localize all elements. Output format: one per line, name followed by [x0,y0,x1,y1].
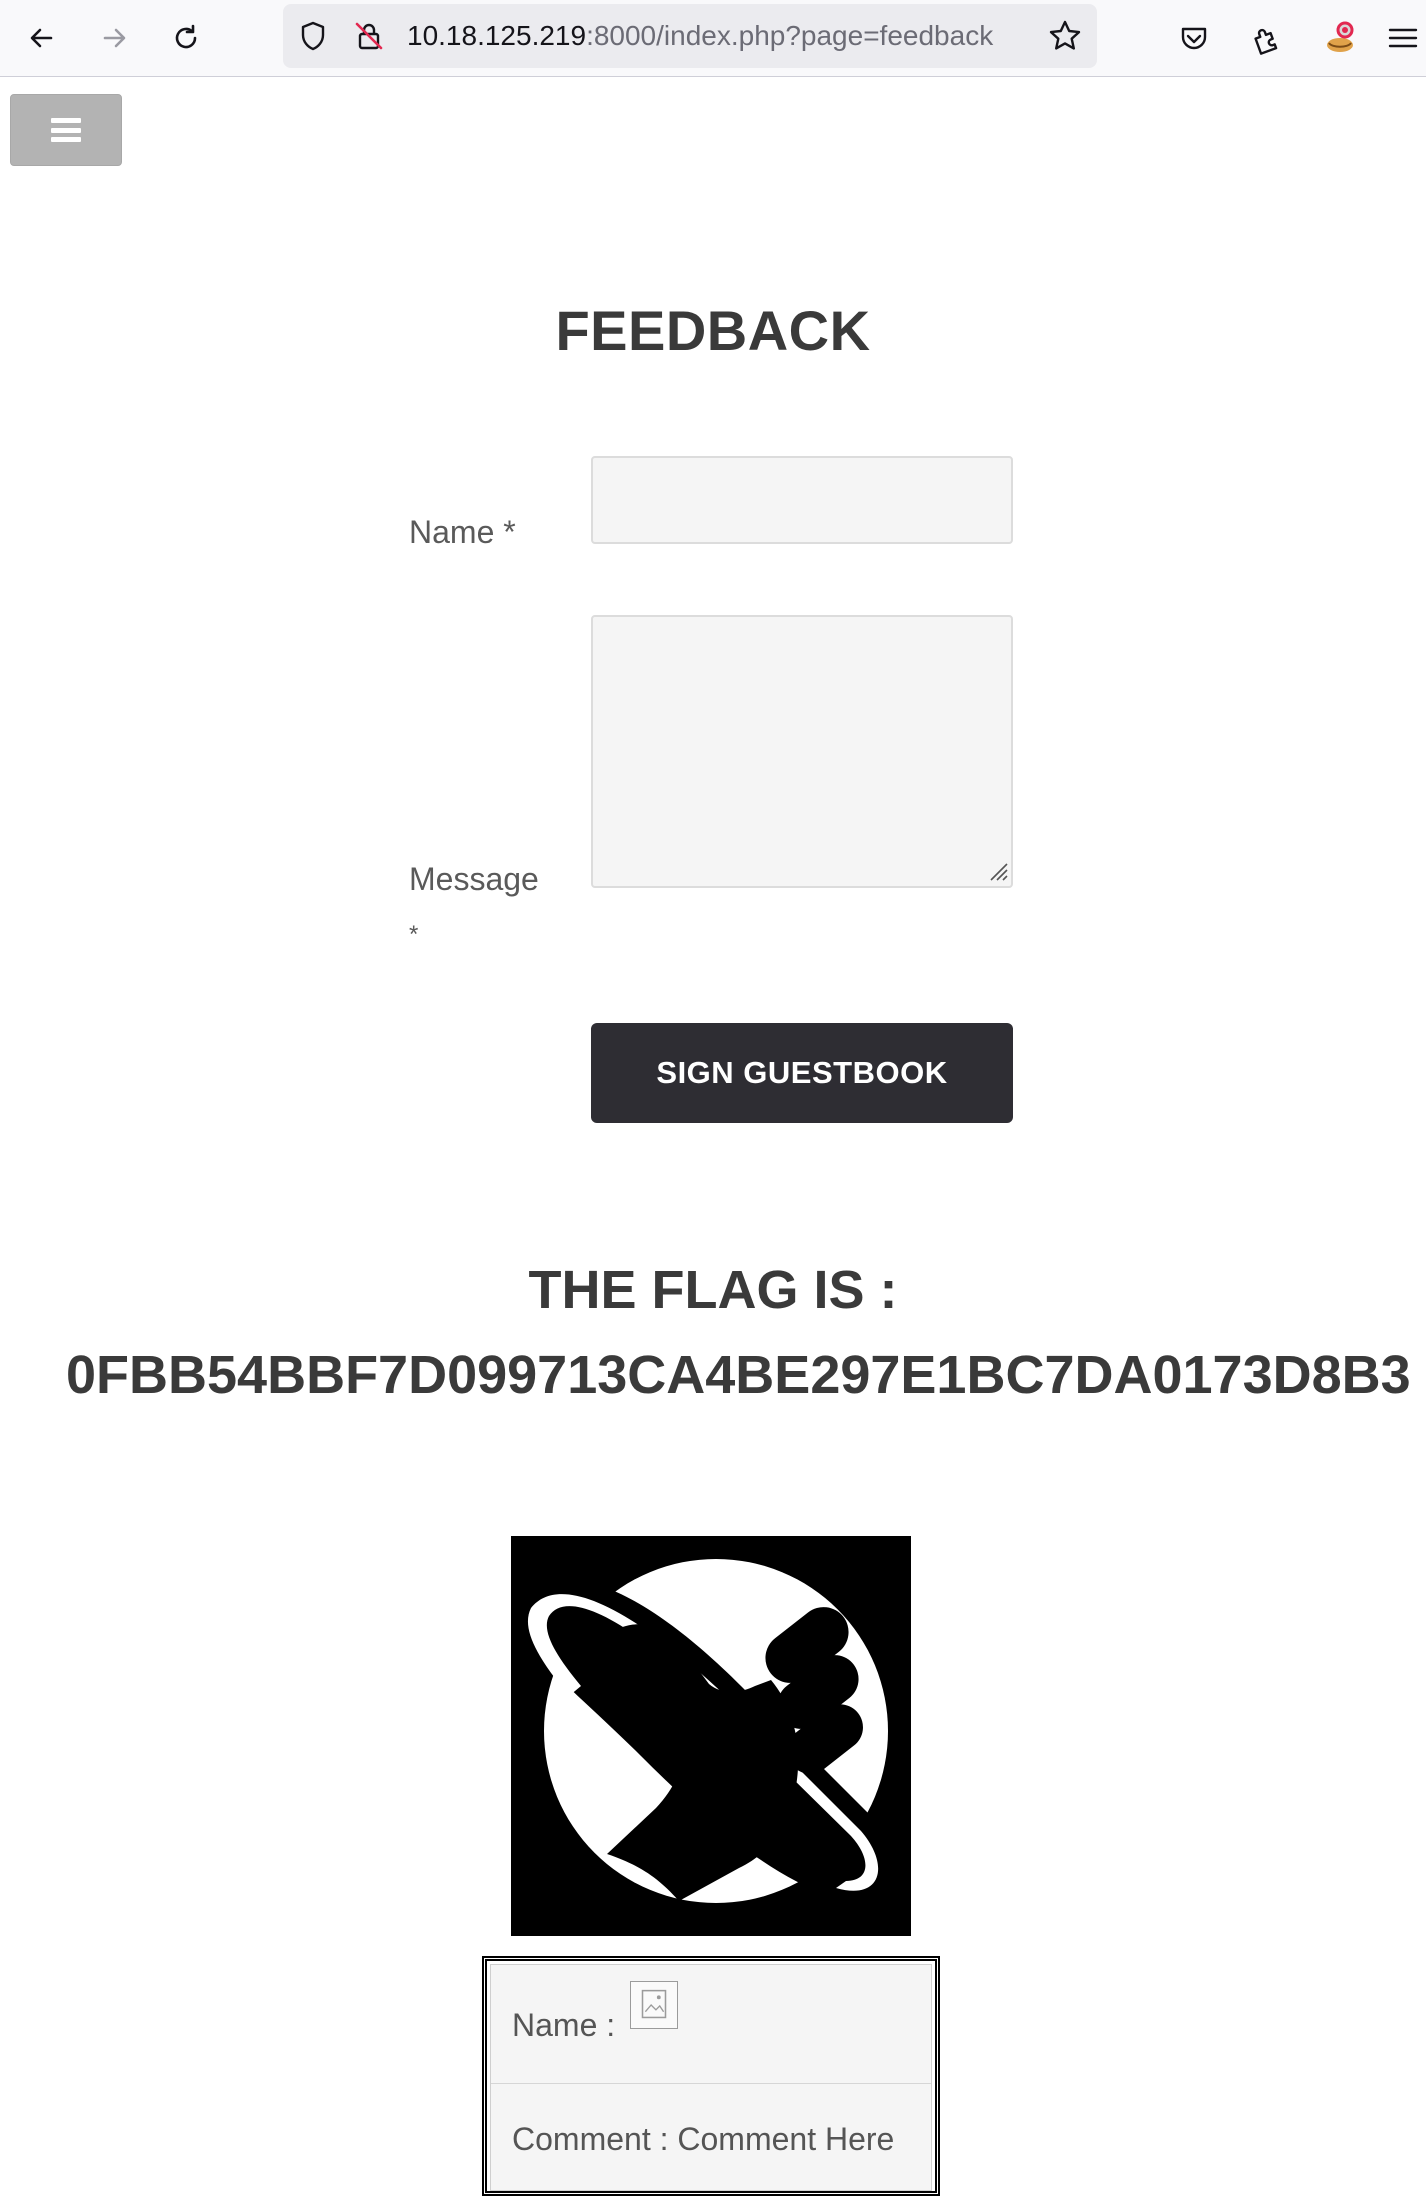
flag-value: 0FBB54BBF7D099713CA4BE297E1BC7DA0173D8B3 [66,1345,1411,1405]
hamburger-menu-icon[interactable] [1384,10,1426,66]
guestbook-entry-panel: Name : Comment : Comment Here [490,1964,932,2191]
broken-image-icon [630,1981,679,2029]
sign-guestbook-button[interactable]: SIGN GUESTBOOK [591,1023,1013,1123]
name-input[interactable] [591,456,1013,544]
hamburger-icon [51,118,81,142]
entry-name-label: Name : [512,2007,616,2043]
entry-name-row: Name : [491,1981,931,2055]
message-textarea[interactable] [591,615,1013,888]
thumbs-up-planet-logo [511,1536,911,1936]
shield-icon[interactable] [297,20,329,52]
menu-toggle-button[interactable] [10,94,122,166]
flag-heading: THE FLAG IS : [528,1260,898,1320]
extensions-icon[interactable] [1238,10,1294,66]
profile-icon[interactable] [1312,10,1368,66]
pocket-icon[interactable] [1166,10,1222,66]
bookmark-star-icon[interactable] [1047,18,1083,54]
entry-comment-text: Comment : Comment Here [512,2121,895,2157]
message-required-marker: * [409,921,419,948]
page-title: FEEDBACK [555,299,871,362]
back-arrow-icon[interactable] [14,10,70,66]
guestbook-entry: Name : Comment : Comment Here [482,1956,940,2196]
url-text[interactable]: 10.18.125.219:8000/index.php?page=feedba… [407,20,993,52]
address-bar[interactable]: 10.18.125.219:8000/index.php?page=feedba… [283,4,1097,68]
resize-grip-icon[interactable] [985,858,1009,882]
insecure-lock-icon[interactable] [353,20,385,52]
url-host: 10.18.125.219 [407,20,587,51]
entry-divider [491,2083,931,2084]
browser-toolbar: 10.18.125.219:8000/index.php?page=feedba… [0,0,1426,77]
message-label: Message [409,861,539,897]
forward-arrow-icon[interactable] [86,10,142,66]
name-label: Name * [409,514,516,550]
url-path: :8000/index.php?page=feedback [586,20,994,51]
reload-icon[interactable] [158,10,214,66]
